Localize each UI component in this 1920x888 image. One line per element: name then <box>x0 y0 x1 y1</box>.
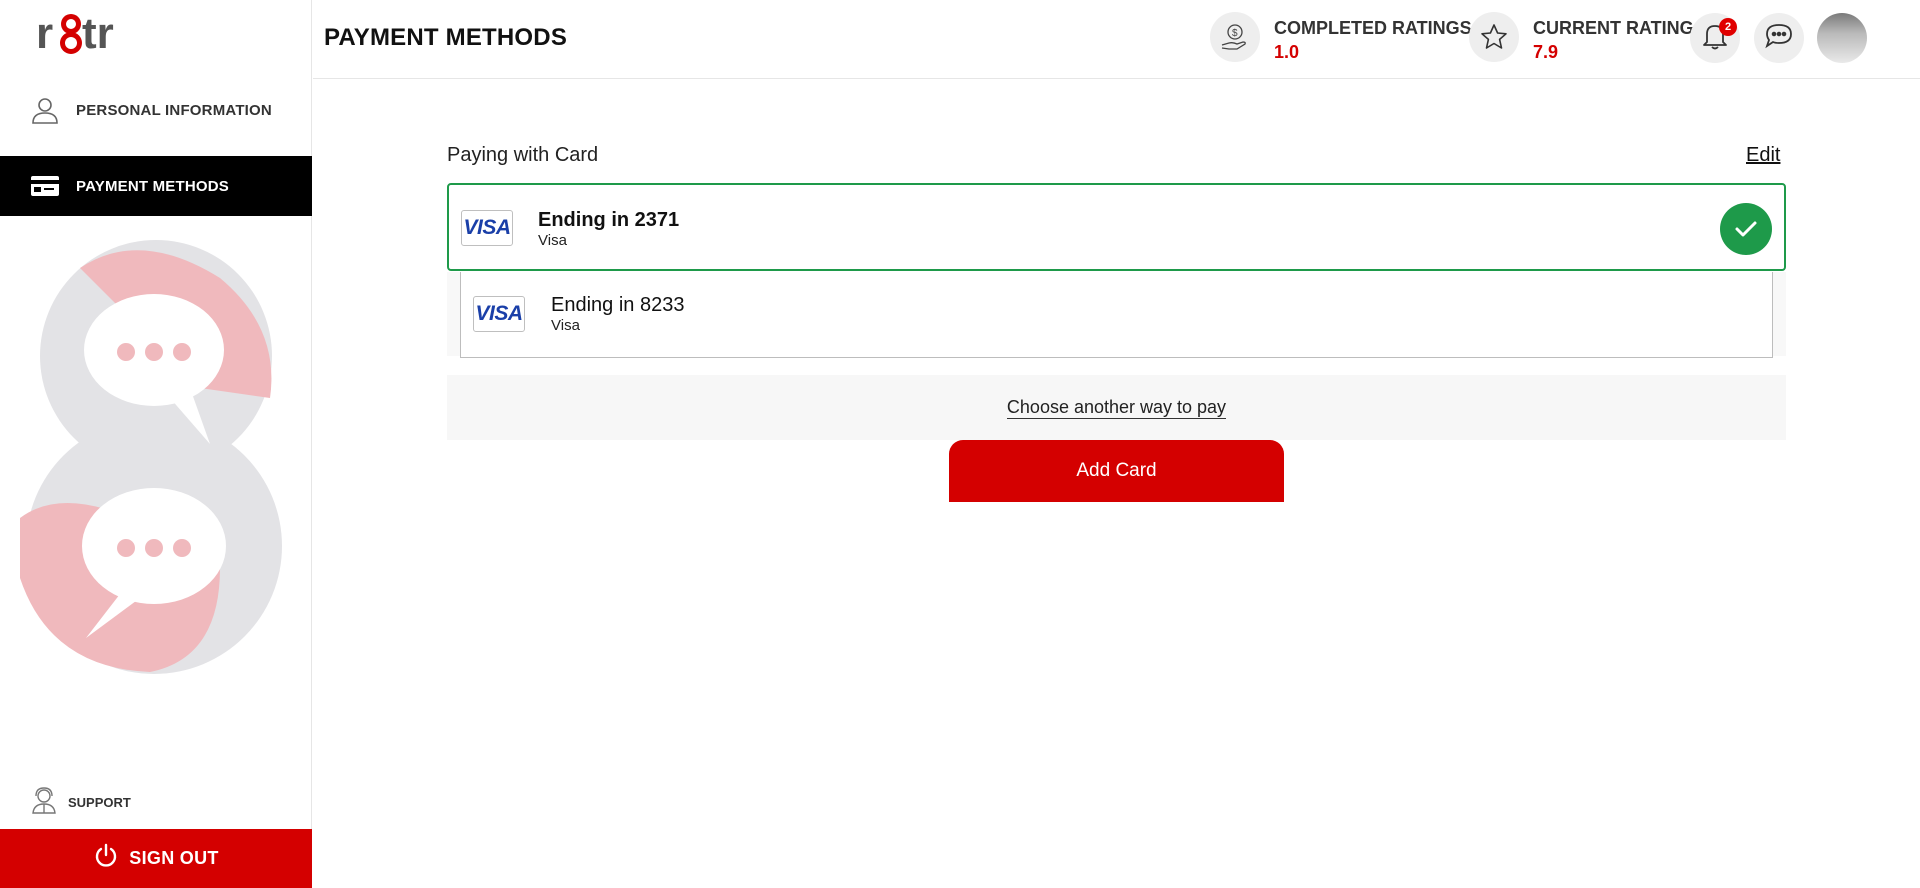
card-subtitle: Visa <box>538 232 567 249</box>
edit-link[interactable]: Edit <box>1746 144 1780 167</box>
sign-out-button[interactable]: SIGN OUT <box>0 829 312 888</box>
visa-logo: VISA <box>461 210 513 246</box>
user-icon <box>30 95 60 125</box>
avatar[interactable] <box>1817 13 1867 63</box>
card-subtitle: Visa <box>551 317 580 334</box>
choose-another-way-box: Choose another way to pay <box>447 375 1786 440</box>
support-agent-icon <box>30 786 58 819</box>
svg-text:$: $ <box>1232 28 1238 39</box>
r8tr-logo[interactable]: r tr <box>36 9 126 58</box>
chat-icon <box>1764 22 1794 55</box>
r8tr-watermark-graphic <box>20 238 292 674</box>
sidebar: r tr PERSONAL INFORMATION PAYMENT METHOD… <box>0 0 312 888</box>
current-rating-stat: CURRENT RATING 7.9 <box>1469 12 1694 63</box>
top-header: PAYMENT METHODS $ COMPLETED RATINGS 1.0 … <box>313 0 1920 79</box>
notifications-button[interactable]: 2 <box>1690 13 1740 63</box>
completed-ratings-value: 1.0 <box>1274 42 1300 62</box>
card-title: Ending in 8233 <box>551 294 685 316</box>
sidebar-item-label: PAYMENT METHODS <box>76 177 230 195</box>
sidebar-item-payment-methods[interactable]: PAYMENT METHODS <box>0 156 312 216</box>
completed-ratings-stat: $ COMPLETED RATINGS 1.0 <box>1210 12 1472 63</box>
notification-count-badge: 2 <box>1719 18 1737 36</box>
page-title: PAYMENT METHODS <box>324 24 568 51</box>
sidebar-item-personal-information[interactable]: PERSONAL INFORMATION <box>0 80 312 140</box>
card-title: Ending in 2371 <box>538 209 680 231</box>
payment-card-selected[interactable]: VISA Ending in 2371 Visa <box>447 183 1786 271</box>
svg-text:r: r <box>36 10 53 58</box>
money-hand-icon: $ <box>1210 12 1260 62</box>
sidebar-item-support[interactable]: SUPPORT <box>30 786 131 819</box>
section-title: Paying with Card <box>447 144 599 166</box>
messages-button[interactable] <box>1754 13 1804 63</box>
add-card-button[interactable]: Add Card <box>949 440 1284 502</box>
svg-text:tr: tr <box>82 10 114 58</box>
visa-logo: VISA <box>473 296 525 332</box>
sidebar-item-label: PERSONAL INFORMATION <box>76 101 272 119</box>
choose-another-way-link[interactable]: Choose another way to pay <box>1006 397 1227 419</box>
sign-out-label: SIGN OUT <box>129 848 219 868</box>
sidebar-item-label: SUPPORT <box>68 795 131 810</box>
completed-ratings-label: COMPLETED RATINGS <box>1274 18 1472 38</box>
credit-card-icon <box>30 171 60 201</box>
current-rating-label: CURRENT RATING <box>1533 18 1694 38</box>
payment-card-option[interactable]: VISA Ending in 8233 Visa <box>460 272 1773 358</box>
star-icon <box>1469 12 1519 62</box>
check-icon <box>1720 203 1772 255</box>
power-icon <box>93 843 119 874</box>
current-rating-value: 7.9 <box>1533 42 1559 62</box>
